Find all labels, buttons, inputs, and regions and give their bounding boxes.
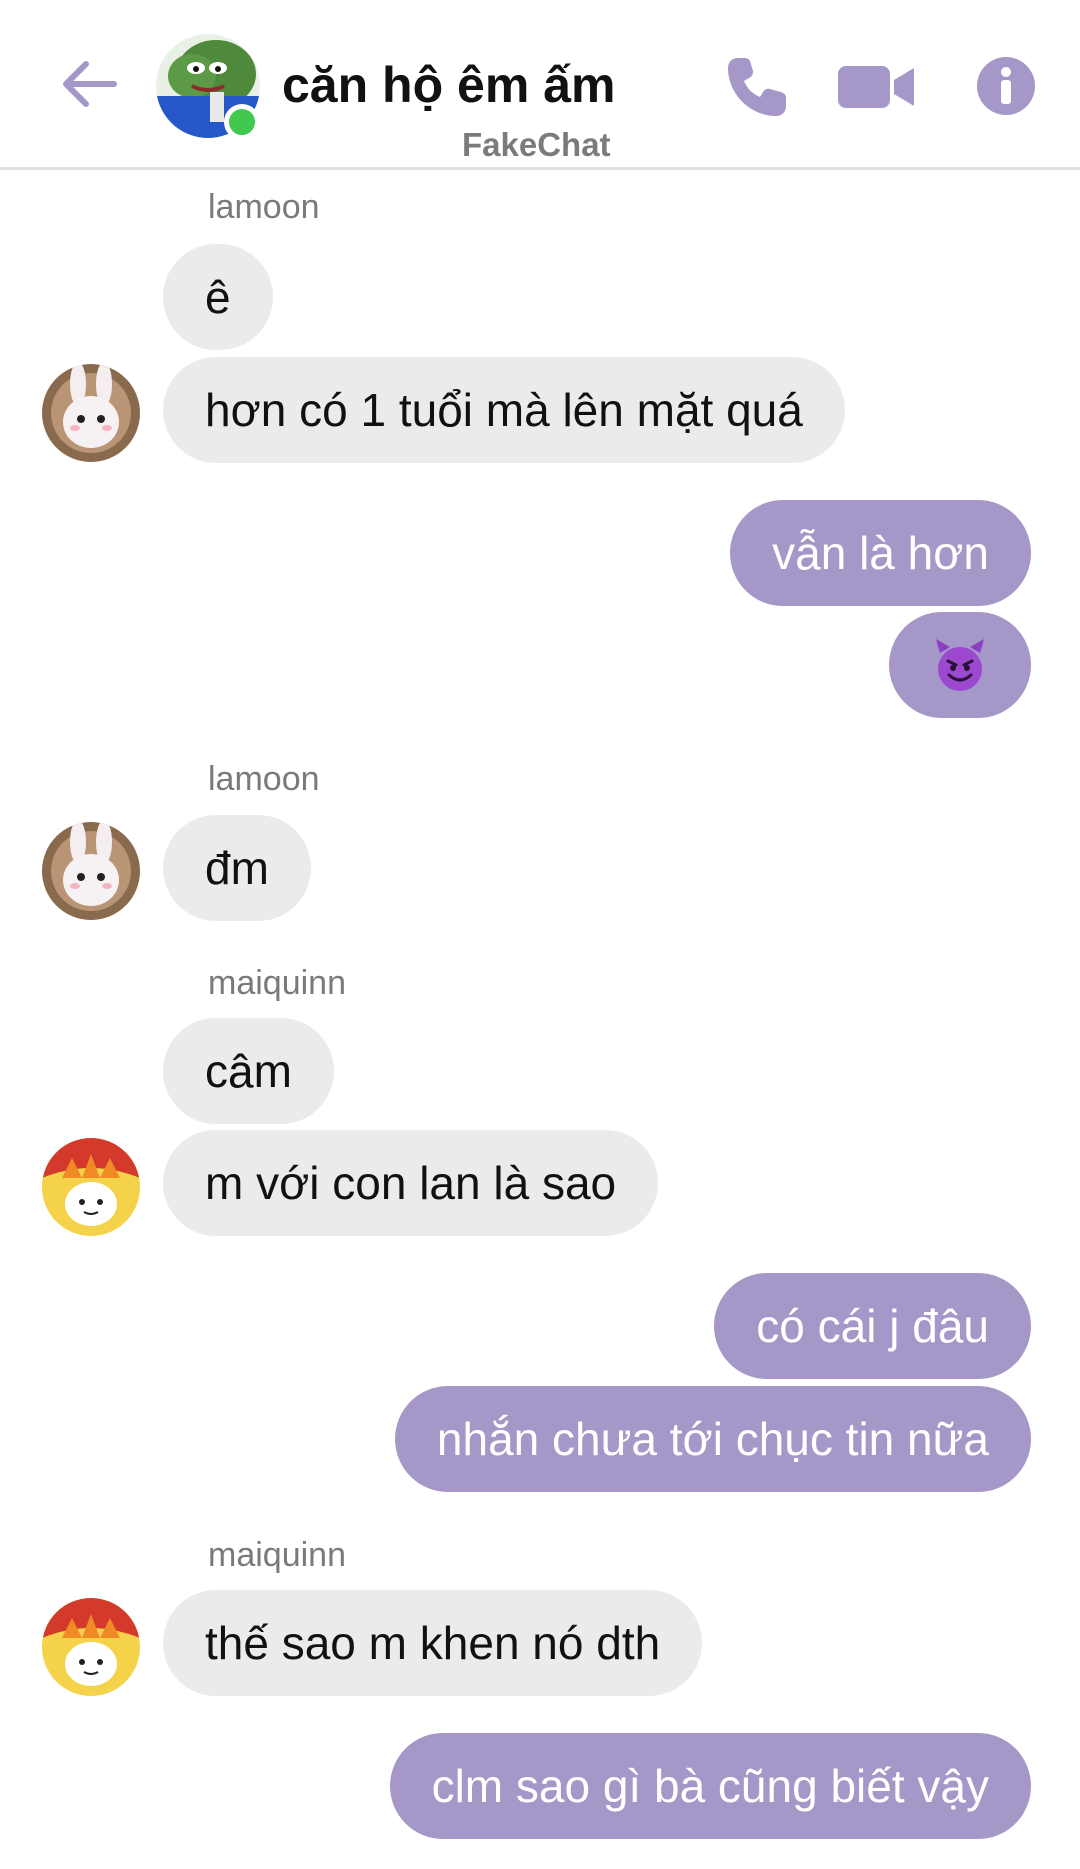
message-text: đm <box>205 842 269 894</box>
chat-title: căn hộ êm ấm <box>282 57 616 113</box>
message-text: ê <box>205 271 231 323</box>
message-text: hơn có 1 tuổi mà lên mặt quá <box>205 384 803 436</box>
chat-subtitle: FakeChat <box>462 126 611 163</box>
message-bubble-incoming[interactable]: hơn có 1 tuổi mà lên mặt quá <box>163 357 845 463</box>
message-bubble-incoming[interactable]: đm <box>163 815 311 921</box>
avatar-lamoon[interactable] <box>42 822 140 920</box>
message-bubble-incoming[interactable]: ê <box>163 244 273 350</box>
smiling-devil-emoji-icon <box>936 639 984 691</box>
sender-name: maiquinn <box>208 964 346 1002</box>
message-bubble-incoming[interactable]: câm <box>163 1018 334 1124</box>
video-camera-icon[interactable] <box>838 62 916 112</box>
sender-name: maiquinn <box>208 1536 346 1574</box>
message-bubble-outgoing[interactable]: vẫn là hơn <box>730 500 1031 606</box>
message-text: vẫn là hơn <box>772 527 989 579</box>
message-text: nhắn chưa tới chục tin nữa <box>436 1413 989 1465</box>
sender-name: lamoon <box>208 188 320 226</box>
message-bubble-outgoing[interactable] <box>889 612 1031 718</box>
message-text: câm <box>205 1045 292 1097</box>
phone-icon[interactable] <box>722 52 792 122</box>
message-text: clm sao gì bà cũng biết vậy <box>431 1760 989 1812</box>
message-text: có cái j đâu <box>756 1300 989 1352</box>
sender-name: lamoon <box>208 760 320 798</box>
message-bubble-outgoing[interactable]: nhắn chưa tới chục tin nữa <box>394 1386 1031 1492</box>
message-bubble-incoming[interactable]: thế sao m khen nó dth <box>163 1590 703 1696</box>
message-text: m với con lan là sao <box>205 1157 617 1209</box>
message-bubble-incoming[interactable]: m với con lan là sao <box>163 1130 659 1236</box>
message-text: thế sao m khen nó dth <box>205 1617 661 1669</box>
arrow-left-icon[interactable] <box>58 52 122 116</box>
avatar-lamoon[interactable] <box>42 364 140 462</box>
online-status-dot <box>224 104 260 140</box>
avatar-maiquinn[interactable] <box>42 1138 140 1236</box>
chat-header: căn hộ êm ấm FakeChat <box>0 0 1080 170</box>
message-bubble-outgoing[interactable]: clm sao gì bà cũng biết vậy <box>389 1733 1031 1839</box>
message-bubble-outgoing[interactable]: có cái j đâu <box>714 1273 1031 1379</box>
avatar-maiquinn[interactable] <box>42 1598 140 1696</box>
info-icon[interactable] <box>976 56 1036 116</box>
